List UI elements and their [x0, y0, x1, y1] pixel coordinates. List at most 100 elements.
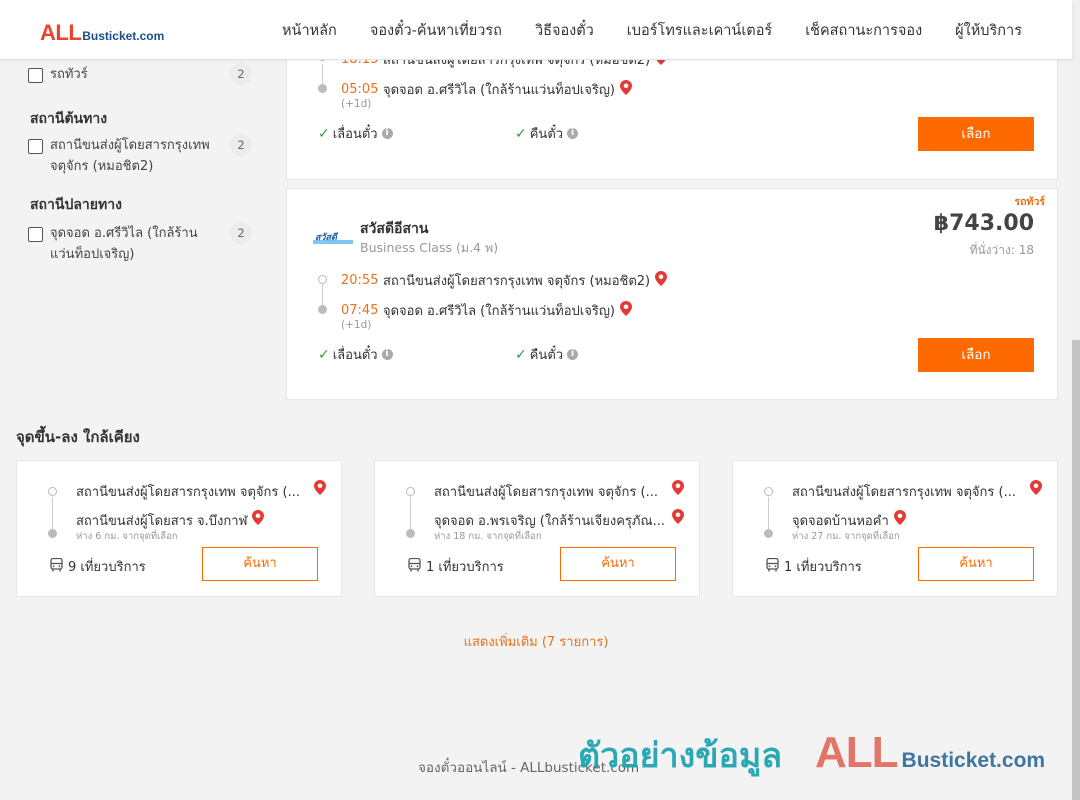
origin-dot-icon — [48, 487, 57, 496]
filter-label: สถานีขนส่งผู้โดยสารกรุงเทพ จตุจักร (หมอช… — [50, 138, 210, 174]
next-day-marker: (+1d) — [341, 98, 372, 110]
main-nav: หน้าหลัก จองตั๋ว-ค้นหาเที่ยวรถ วิธีจองตั… — [249, 0, 1022, 60]
seats-available: ที่นั่งว่าง: 18 — [969, 243, 1034, 257]
filter-checkbox[interactable] — [28, 139, 43, 154]
info-icon[interactable]: i — [381, 128, 393, 139]
filter-label: รถทัวร์ — [50, 67, 88, 82]
refund-label: คืนตั๋ว — [529, 127, 564, 142]
operator-logo-icon: สวัสดี — [313, 229, 353, 245]
postpone-label: เลื่อนตั๋ว — [332, 348, 378, 363]
map-pin-icon[interactable] — [655, 271, 668, 290]
nav-book-search[interactable]: จองตั๋ว-ค้นหาเที่ยวรถ — [370, 19, 502, 42]
info-icon[interactable]: i — [381, 349, 393, 360]
nearby-section-title: จุดขึ้น-ลง ใกล้เคียง — [16, 428, 140, 446]
info-icon[interactable]: i — [567, 128, 579, 139]
operator-name: สวัสดีอีสาน — [360, 221, 429, 237]
map-pin-icon[interactable] — [672, 480, 684, 499]
map-pin-icon[interactable] — [619, 301, 632, 320]
nav-how-to-book[interactable]: วิธีจองตั๋ว — [535, 19, 594, 42]
search-nearby-button[interactable]: ค้นหา — [202, 547, 318, 581]
check-icon: ✓ — [515, 125, 527, 142]
nav-phone-counter[interactable]: เบอร์โทรและเคาน์เตอร์ — [627, 19, 772, 42]
nearby-destination: สถานีขนส่งผู้โดยสาร จ.บึงกาฬ — [76, 510, 265, 531]
arrival-station: จุดจอด อ.ศรีวิไล (ใกล้ร้านแว่นท็อปเจริญ) — [383, 83, 615, 98]
nearby-trips: 9 เที่ยวบริการ — [50, 556, 146, 577]
operator-logo-text: สวัสดี — [315, 232, 339, 243]
map-pin-icon[interactable] — [252, 510, 265, 529]
arrival-time: 05:05 — [341, 82, 379, 97]
watermark-all-text: ALL — [815, 728, 899, 777]
filter-checkbox[interactable] — [28, 68, 43, 83]
nearby-destination-label: สถานีขนส่งผู้โดยสาร จ.บึงกาฬ — [76, 514, 248, 529]
map-pin-icon[interactable] — [893, 510, 906, 529]
map-pin-icon[interactable] — [1030, 480, 1042, 499]
departure-station: สถานีขนส่งผู้โดยสารกรุงเทพ จตุจักร (หมอช… — [383, 274, 651, 289]
filter-destination-station[interactable]: จุดจอด อ.ศรีวิไล (ใกล้ร้านแว่นท็อปเจริญ)… — [28, 222, 256, 265]
select-trip-button[interactable]: เลือก — [918, 338, 1034, 372]
scrollbar-thumb[interactable] — [1072, 340, 1080, 800]
route-line — [410, 497, 411, 533]
page-scrollbar[interactable] — [1072, 0, 1080, 800]
bus-class: Business Class (ม.4 พ) — [360, 240, 499, 255]
show-more-link[interactable]: แสดงเพิ่มเติม (7 รายการ) — [0, 631, 1072, 652]
departure-time: 20:55 — [341, 273, 379, 288]
postpone-feature: ✓ เลื่อนตั๋ว i — [318, 123, 393, 144]
destination-dot-icon — [318, 84, 327, 93]
nearby-distance: ห่าง 27 กม. จากจุดที่เลือก — [792, 531, 900, 542]
nearby-destination: จุดจอด อ.พรเจริญ (ใกล้ร้านเจียงครุภัณ... — [434, 514, 665, 529]
watermark-text: ตัวอย่างข้อมูล — [578, 736, 783, 776]
bus-icon — [408, 557, 421, 576]
refund-feature: ✓ คืนตั๋ว i — [515, 344, 579, 365]
nearby-card: สถานีขนส่งผู้โดยสารกรุงเทพ จตุจักร (... … — [732, 460, 1058, 597]
destination-dot-icon — [764, 529, 773, 538]
arrival-row: 07:45 จุดจอด อ.ศรีวิไล (ใกล้ร้านแว่นท็อป… — [341, 300, 632, 321]
nearby-destination-label: จุดจอดบ้านหอคำ — [792, 514, 889, 529]
destination-heading: สถานีปลายทาง — [30, 197, 122, 213]
next-day-marker: (+1d) — [341, 319, 372, 331]
origin-dot-icon — [318, 275, 327, 284]
arrival-station: จุดจอด อ.ศรีวิไล (ใกล้ร้านแว่นท็อปเจริญ) — [383, 304, 615, 319]
info-icon[interactable]: i — [567, 349, 579, 360]
filter-count-badge: 2 — [230, 63, 252, 85]
nearby-origin: สถานีขนส่งผู้โดยสารกรุงเทพ จตุจักร (... — [792, 485, 1016, 500]
destination-dot-icon — [48, 529, 57, 538]
watermark-busticket-text: Busticket.com — [901, 749, 1046, 772]
nav-home[interactable]: หน้าหลัก — [282, 19, 337, 42]
refund-label: คืนตั๋ว — [529, 348, 564, 363]
nav-operators[interactable]: ผู้ให้บริการ — [955, 19, 1022, 42]
check-icon: ✓ — [515, 346, 527, 363]
refund-feature: ✓ คืนตั๋ว i — [515, 123, 579, 144]
site-header: ALL Busticket.com หน้าหลัก จองตั๋ว-ค้นหา… — [0, 0, 1072, 60]
search-nearby-button[interactable]: ค้นหา — [918, 547, 1034, 581]
nearby-card: สถานีขนส่งผู้โดยสารกรุงเทพ จตุจักร (... … — [16, 460, 342, 597]
nearby-origin: สถานีขนส่งผู้โดยสารกรุงเทพ จตุจักร (... — [76, 485, 300, 500]
check-icon: ✓ — [318, 125, 330, 142]
route-line — [52, 497, 53, 533]
trip-price: ฿743.00 — [933, 211, 1034, 236]
filter-count-badge: 2 — [230, 134, 252, 156]
nearby-trips-count: 9 เที่ยวบริการ — [68, 560, 146, 575]
origin-dot-icon — [406, 487, 415, 496]
site-logo[interactable]: ALL Busticket.com — [40, 20, 164, 46]
nearby-origin: สถานีขนส่งผู้โดยสารกรุงเทพ จตุจักร (... — [434, 485, 658, 500]
trip-card: รถทัวร์ สวัสดี สวัสดีอีสาน Business Clas… — [286, 188, 1058, 400]
arrival-time: 07:45 — [341, 303, 379, 318]
search-nearby-button[interactable]: ค้นหา — [560, 547, 676, 581]
route-line — [768, 497, 769, 533]
check-icon: ✓ — [318, 346, 330, 363]
nearby-distance: ห่าง 18 กม. จากจุดที่เลือก — [434, 531, 542, 542]
watermark-logo: ALL Busticket.com — [815, 728, 1045, 778]
nav-booking-status[interactable]: เช็คสถานะการจอง — [805, 19, 922, 42]
filter-count-badge: 2 — [230, 222, 252, 244]
map-pin-icon[interactable] — [672, 509, 684, 528]
select-trip-button[interactable]: เลือก — [918, 117, 1034, 151]
destination-dot-icon — [406, 529, 415, 538]
filter-origin-station[interactable]: สถานีขนส่งผู้โดยสารกรุงเทพ จตุจักร (หมอช… — [28, 134, 256, 177]
filter-vehicle-tour[interactable]: รถทัวร์ 2 — [28, 63, 256, 85]
map-pin-icon[interactable] — [619, 80, 632, 99]
origin-dot-icon — [764, 487, 773, 496]
nearby-distance: ห่าง 6 กม. จากจุดที่เลือก — [76, 531, 178, 542]
filter-checkbox[interactable] — [28, 227, 43, 242]
map-pin-icon[interactable] — [314, 480, 326, 499]
logo-all-text: ALL — [40, 20, 82, 45]
